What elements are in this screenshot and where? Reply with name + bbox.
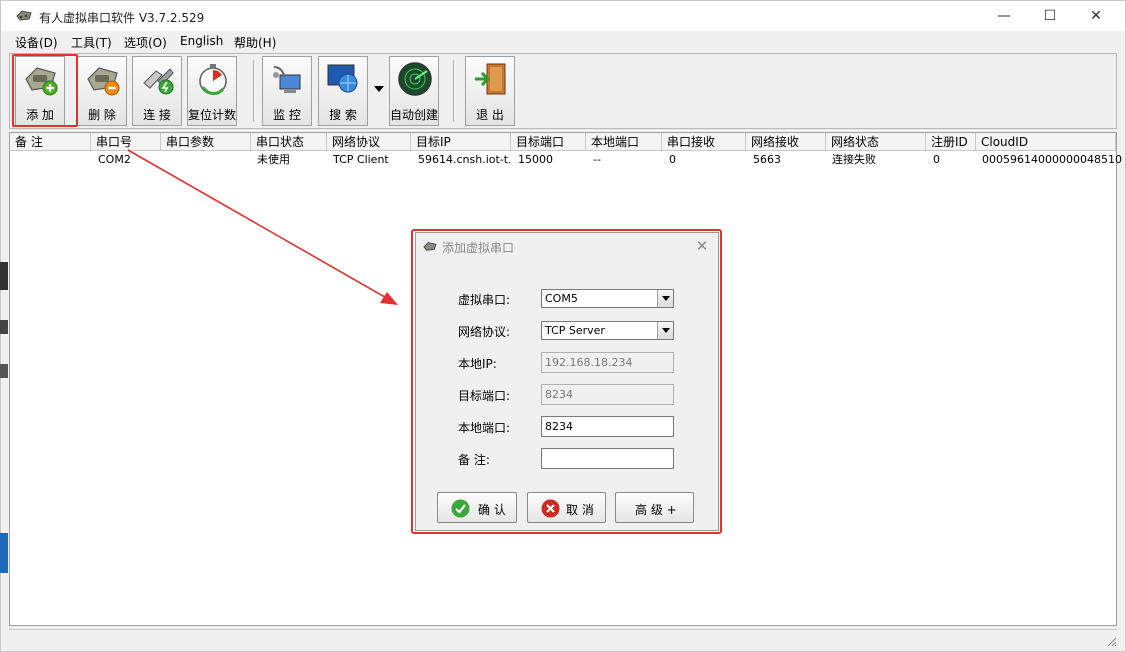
menu-device[interactable]: 设备(D) bbox=[15, 34, 58, 51]
exit-door-icon bbox=[475, 63, 506, 95]
auto-create-label: 自动创建 bbox=[390, 108, 439, 122]
monitor-button[interactable]: 监 控 bbox=[262, 56, 312, 126]
auto-create-button[interactable]: 自动创建 bbox=[389, 56, 439, 126]
search-button[interactable]: 搜 索 bbox=[318, 56, 368, 126]
cell-cloud-id: 00059614000000048510 bbox=[982, 153, 1122, 166]
background-window-fragment bbox=[0, 262, 8, 290]
resize-grip-icon[interactable] bbox=[1105, 635, 1117, 647]
close-button[interactable]: ✕ bbox=[1073, 1, 1119, 31]
column-target-port[interactable]: 目标端口 bbox=[511, 133, 586, 151]
background-window-fragment bbox=[0, 320, 8, 334]
minimize-button[interactable]: — bbox=[981, 1, 1027, 31]
column-port-status[interactable]: 串口状态 bbox=[251, 133, 327, 151]
radar-icon bbox=[398, 62, 432, 96]
connect-icon bbox=[143, 68, 174, 95]
monitor-icon bbox=[273, 66, 301, 93]
app-icon bbox=[16, 10, 32, 21]
connect-label: 连 接 bbox=[143, 108, 171, 122]
dialog-highlight bbox=[411, 229, 722, 534]
reset-stopwatch-icon bbox=[199, 64, 227, 95]
menu-help[interactable]: 帮助(H) bbox=[234, 34, 276, 51]
background-window-fragment bbox=[0, 533, 8, 573]
delete-port-icon bbox=[87, 67, 120, 96]
reset-count-label: 复位计数 bbox=[188, 108, 237, 122]
column-reg-id[interactable]: 注册ID bbox=[926, 133, 976, 151]
column-port[interactable]: 串口号 bbox=[91, 133, 161, 151]
column-net-rx[interactable]: 网络接收 bbox=[746, 133, 826, 151]
search-dropdown-icon[interactable] bbox=[374, 86, 384, 92]
cell-protocol: TCP Client bbox=[333, 153, 389, 166]
background-window-fragment bbox=[0, 364, 8, 378]
cell-net-rx: 5663 bbox=[753, 153, 781, 166]
reset-count-button[interactable]: 复位计数 bbox=[187, 56, 237, 126]
add-button-highlight bbox=[12, 54, 78, 127]
search-network-icon bbox=[327, 64, 358, 93]
delete-button[interactable]: 删 除 bbox=[77, 56, 127, 126]
title-bar: 有人虚拟串口软件 V3.7.2.529 — ☐ ✕ bbox=[1, 1, 1125, 31]
column-target-ip[interactable]: 目标IP bbox=[411, 133, 511, 151]
window-title: 有人虚拟串口软件 V3.7.2.529 bbox=[39, 11, 205, 25]
cell-reg-id: 0 bbox=[933, 153, 940, 166]
cell-port: COM2 bbox=[98, 153, 131, 166]
column-note[interactable]: 备 注 bbox=[10, 133, 91, 151]
column-local-port[interactable]: 本地端口 bbox=[586, 133, 662, 151]
column-net-status[interactable]: 网络状态 bbox=[826, 133, 926, 151]
status-bar bbox=[9, 629, 1117, 647]
delete-label: 删 除 bbox=[88, 108, 116, 122]
table-row[interactable]: COM2 未使用 TCP Client 59614.cnsh.iot-t... … bbox=[10, 152, 1122, 167]
toolbar-separator bbox=[253, 60, 255, 122]
cell-target-ip: 59614.cnsh.iot-t... bbox=[418, 153, 510, 166]
maximize-button[interactable]: ☐ bbox=[1027, 1, 1073, 31]
table-header: 备 注 串口号 串口参数 串口状态 网络协议 目标IP 目标端口 本地端口 串口… bbox=[10, 133, 1116, 151]
menu-english[interactable]: English bbox=[180, 34, 223, 48]
column-serial-rx[interactable]: 串口接收 bbox=[662, 133, 746, 151]
search-label: 搜 索 bbox=[329, 108, 357, 122]
column-cloud-id[interactable]: CloudID bbox=[976, 133, 1116, 151]
menu-options[interactable]: 选项(O) bbox=[124, 34, 167, 51]
cell-serial-rx: 0 bbox=[669, 153, 676, 166]
monitor-label: 监 控 bbox=[273, 108, 301, 122]
connect-button[interactable]: 连 接 bbox=[132, 56, 182, 126]
toolbar: 添 加 删 除 连 接 复位计数 监 控 搜 索 自动创建 退 出 bbox=[9, 53, 1117, 129]
cell-net-status: 连接失败 bbox=[832, 153, 876, 166]
column-protocol[interactable]: 网络协议 bbox=[327, 133, 411, 151]
exit-button[interactable]: 退 出 bbox=[465, 56, 515, 126]
cell-port-status: 未使用 bbox=[257, 153, 290, 166]
cell-target-port: 15000 bbox=[518, 153, 553, 166]
menu-tools[interactable]: 工具(T) bbox=[71, 34, 112, 51]
exit-label: 退 出 bbox=[476, 108, 504, 122]
menu-bar: 设备(D) 工具(T) 选项(O) English 帮助(H) bbox=[1, 31, 1125, 52]
column-params[interactable]: 串口参数 bbox=[161, 133, 251, 151]
cell-local-port: -- bbox=[593, 153, 601, 166]
toolbar-separator bbox=[453, 60, 455, 122]
